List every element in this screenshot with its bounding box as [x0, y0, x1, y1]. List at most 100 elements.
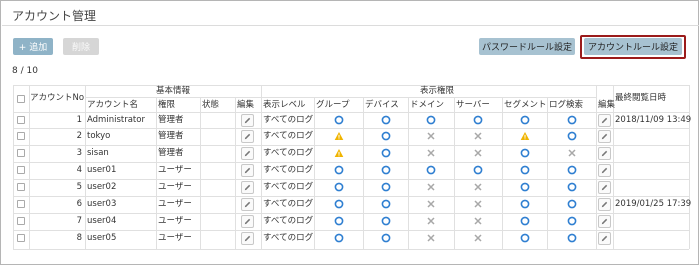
- cross-icon: [425, 130, 437, 142]
- edit-permission-pencil-icon[interactable]: [598, 114, 611, 127]
- title-bar: アカウント管理: [2, 2, 699, 26]
- header-status: 状態: [202, 100, 220, 110]
- circle-icon: [380, 215, 392, 227]
- header-account-name: アカウント名: [87, 100, 139, 110]
- triangle-icon: [333, 147, 345, 159]
- cross-icon: [472, 232, 484, 244]
- cross-icon: [472, 181, 484, 193]
- display-level: すべてのログ: [263, 165, 314, 175]
- account-name: sisan: [87, 148, 109, 158]
- circle-icon: [380, 114, 392, 126]
- grid-vline: [261, 85, 262, 249]
- account-table: 基本情報 表示権限 アカウントNo アカウント名 権限 状態 編集 表示レベル グループ デバイス…: [13, 85, 692, 250]
- account-name: user01: [87, 165, 117, 175]
- account-name: user04: [87, 216, 117, 226]
- edit-permission-pencil-icon[interactable]: [598, 130, 611, 143]
- circle-icon: [519, 198, 531, 210]
- grid-vline: [454, 97, 455, 249]
- row-checkbox[interactable]: [17, 217, 25, 225]
- account-no: 6: [76, 199, 82, 209]
- cross-icon: [566, 147, 578, 159]
- account-no: 8: [76, 233, 82, 243]
- circle-icon: [566, 232, 578, 244]
- grid-vline: [314, 97, 315, 249]
- display-level: すべてのログ: [263, 115, 314, 125]
- edit-pencil-icon[interactable]: [241, 164, 254, 177]
- row-checkbox[interactable]: [17, 183, 25, 191]
- account-count: 8 / 10: [12, 66, 38, 76]
- header-perm-3: サーバー: [456, 100, 490, 110]
- edit-permission-pencil-icon[interactable]: [598, 215, 611, 228]
- edit-pencil-icon[interactable]: [241, 147, 254, 160]
- edit-permission-pencil-icon[interactable]: [598, 232, 611, 245]
- circle-icon: [566, 130, 578, 142]
- edit-pencil-icon[interactable]: [241, 232, 254, 245]
- cross-icon: [425, 181, 437, 193]
- grid-hline: [13, 249, 689, 250]
- header-perm-5: ログ検索: [549, 100, 584, 110]
- circle-icon: [472, 164, 484, 176]
- edit-permission-pencil-icon[interactable]: [598, 181, 611, 194]
- account-management-panel: アカウント管理 + 追加 削除 パスワードルール設定 アカウントルール設定 8 …: [0, 0, 699, 265]
- cross-icon: [472, 198, 484, 210]
- account-role: 管理者: [158, 131, 184, 141]
- row-checkbox[interactable]: [17, 149, 25, 157]
- account-no: 4: [76, 165, 82, 175]
- row-checkbox[interactable]: [17, 116, 25, 124]
- header-perm-1: デバイス: [365, 100, 399, 110]
- row-checkbox[interactable]: [17, 200, 25, 208]
- account-name: tokyo: [87, 131, 111, 141]
- header-last-access: 最終閲覧日時: [615, 93, 667, 103]
- edit-permission-pencil-icon[interactable]: [598, 198, 611, 211]
- circle-icon: [566, 215, 578, 227]
- grid-vline: [235, 97, 236, 249]
- cross-icon: [472, 130, 484, 142]
- row-checkbox[interactable]: [17, 132, 25, 140]
- circle-icon: [425, 164, 437, 176]
- edit-pencil-icon[interactable]: [241, 181, 254, 194]
- account-name: user05: [87, 233, 117, 243]
- account-role: ユーザー: [158, 233, 192, 243]
- password-rule-button[interactable]: パスワードルール設定: [479, 38, 575, 55]
- cross-icon: [425, 198, 437, 210]
- edit-pencil-icon[interactable]: [241, 114, 254, 127]
- add-button[interactable]: + 追加: [13, 38, 53, 55]
- edit-pencil-icon[interactable]: [241, 198, 254, 211]
- circle-icon: [380, 130, 392, 142]
- grid-vline: [547, 97, 548, 249]
- account-name: Administrator: [87, 115, 145, 125]
- edit-pencil-icon[interactable]: [241, 215, 254, 228]
- grid-hline: [13, 196, 689, 197]
- grid-hline: [13, 145, 689, 146]
- grid-hline: [13, 112, 689, 113]
- header-perm-0: グループ: [316, 100, 350, 110]
- last-access: 2018/11/09 13:49: [615, 115, 692, 125]
- triangle-icon: [519, 130, 531, 142]
- edit-pencil-icon[interactable]: [241, 130, 254, 143]
- select-all-checkbox[interactable]: [17, 95, 25, 103]
- circle-icon: [333, 198, 345, 210]
- account-name: user02: [87, 182, 117, 192]
- grid-vline: [502, 97, 503, 249]
- circle-icon: [380, 147, 392, 159]
- grid-vline: [156, 97, 157, 249]
- grid-vline: [13, 85, 14, 249]
- grid-hline: [13, 128, 689, 129]
- row-checkbox[interactable]: [17, 166, 25, 174]
- row-checkbox[interactable]: [17, 234, 25, 242]
- circle-icon: [333, 164, 345, 176]
- page-title: アカウント管理: [12, 9, 97, 23]
- account-rule-button[interactable]: アカウントルール設定: [584, 38, 682, 55]
- account-role: 管理者: [158, 115, 184, 125]
- edit-permission-pencil-icon[interactable]: [598, 164, 611, 177]
- edit-permission-pencil-icon[interactable]: [598, 147, 611, 160]
- account-no: 7: [76, 216, 82, 226]
- last-access: 2019/01/25 17:39: [615, 199, 692, 209]
- header-role: 権限: [158, 100, 176, 110]
- header-account-no: アカウントNo: [29, 93, 85, 103]
- circle-icon: [519, 181, 531, 193]
- display-level: すべてのログ: [263, 148, 314, 158]
- delete-button[interactable]: 削除: [63, 38, 99, 55]
- circle-icon: [519, 232, 531, 244]
- header-group-basic: 基本情報: [155, 86, 190, 96]
